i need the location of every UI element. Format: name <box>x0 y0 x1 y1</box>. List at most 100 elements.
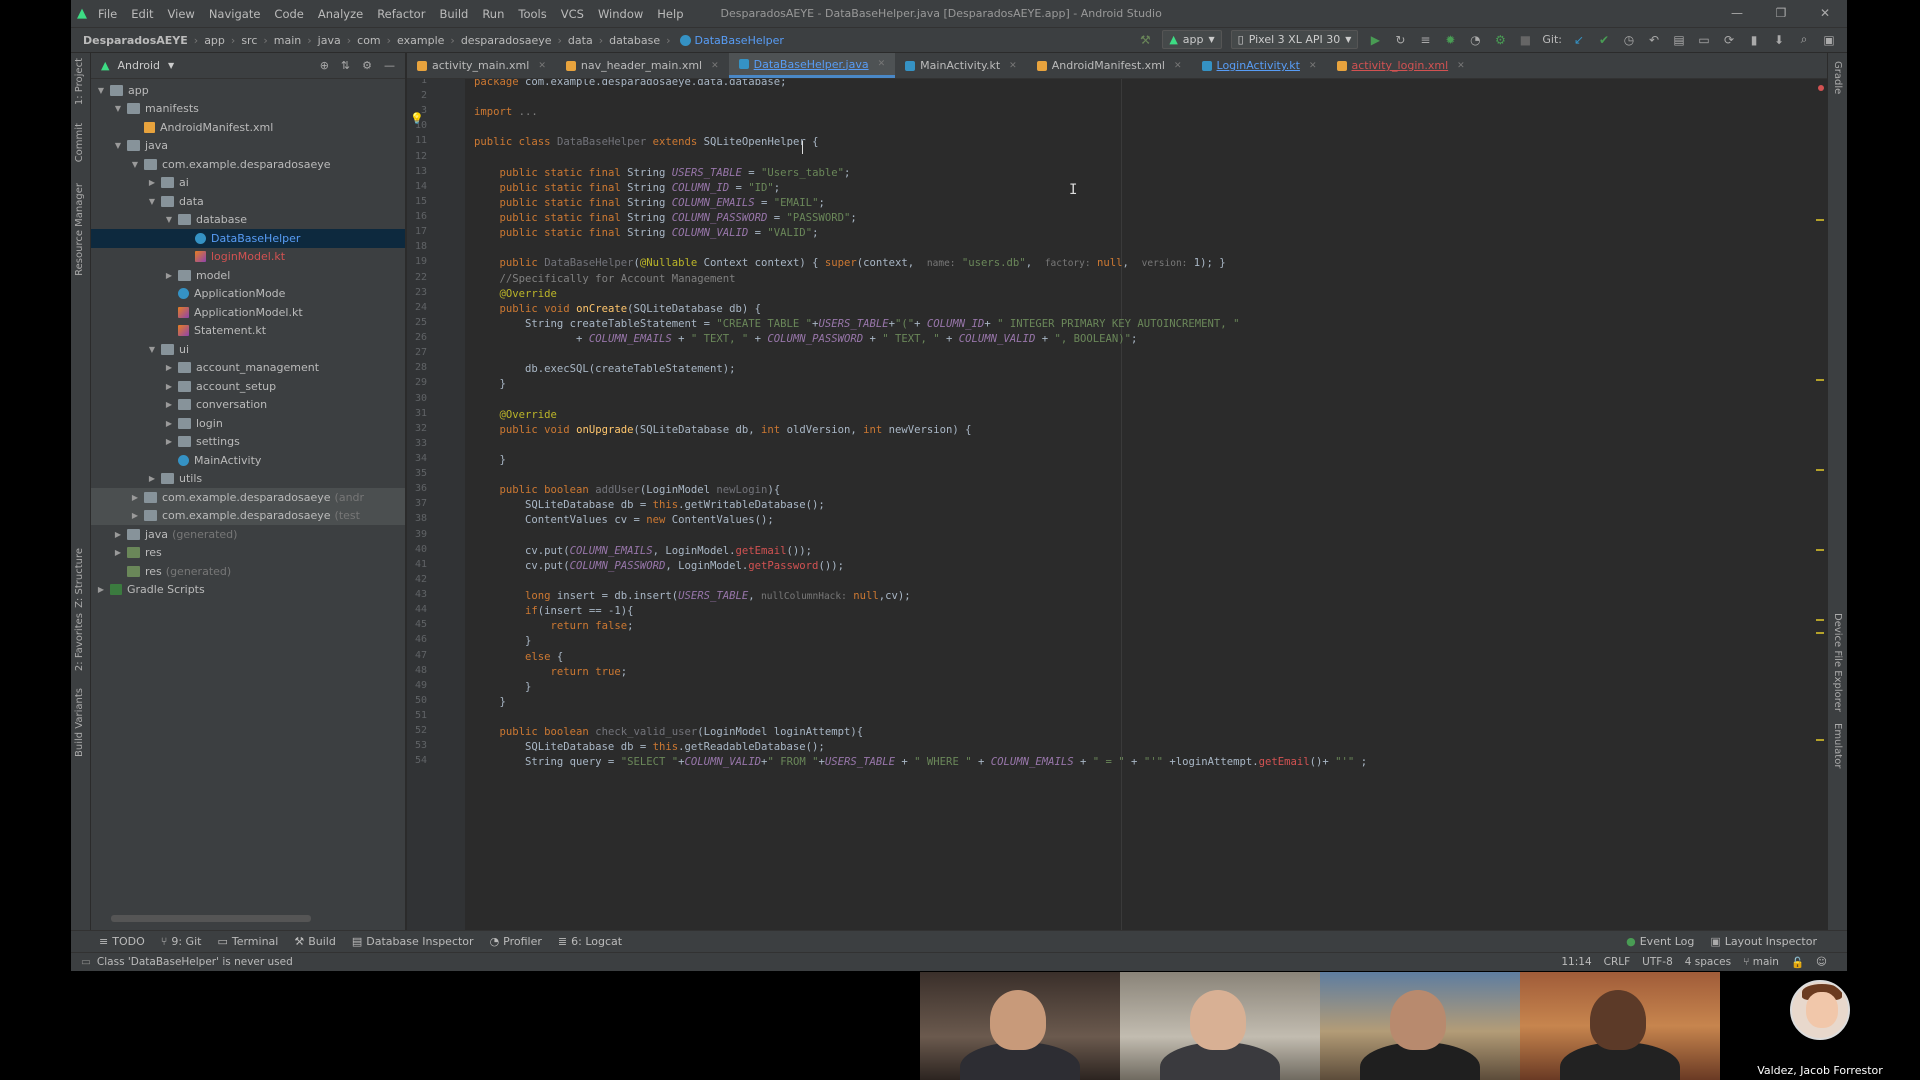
expand-arrow-icon[interactable]: ▶ <box>146 474 158 483</box>
expand-arrow-icon[interactable]: ▼ <box>146 345 158 354</box>
lock-icon[interactable]: 🔓 <box>1791 956 1804 969</box>
git-history-icon[interactable]: ◷ <box>1621 32 1637 48</box>
editor-tab[interactable]: activity_login.xml ✕ <box>1327 53 1475 78</box>
stripe-marker[interactable] <box>1816 549 1824 551</box>
tree-item[interactable]: MainActivity <box>91 451 405 470</box>
close-tab-icon[interactable]: ✕ <box>1457 61 1465 71</box>
rollback-icon[interactable]: ↶ <box>1646 32 1662 48</box>
close-button[interactable]: ✕ <box>1803 0 1847 27</box>
apply-changes-icon[interactable]: ≡ <box>1417 32 1433 48</box>
expand-arrow-icon[interactable]: ▶ <box>163 437 175 446</box>
stripe-marker[interactable] <box>1816 469 1824 471</box>
breadcrumb-item[interactable]: DataBaseHelper <box>677 34 784 47</box>
menu-item-navigate[interactable]: Navigate <box>202 7 268 21</box>
tool-window-z-structure[interactable]: Z: Structure <box>74 548 85 608</box>
menu-item-tools[interactable]: Tools <box>511 7 553 21</box>
tree-item[interactable]: ▶ ai <box>91 174 405 193</box>
expand-arrow-icon[interactable]: ▼ <box>112 104 124 113</box>
expand-arrow-icon[interactable]: ▼ <box>95 86 107 95</box>
tree-item[interactable]: ▶ conversation <box>91 396 405 415</box>
minimize-button[interactable]: — <box>1715 0 1759 27</box>
stripe-marker[interactable] <box>1816 739 1824 741</box>
participant-video[interactable] <box>1520 972 1720 1080</box>
editor-tab[interactable]: DataBaseHelper.java ✕ <box>728 53 896 78</box>
breadcrumb-item[interactable]: com <box>357 34 381 47</box>
expand-arrow-icon[interactable]: ▶ <box>146 178 158 187</box>
editor-tab[interactable]: nav_header_main.xml ✕ <box>556 53 729 78</box>
breadcrumb-item[interactable]: java <box>318 34 341 47</box>
tool-terminal[interactable]: ▭ Terminal <box>217 935 278 948</box>
tool-window-build-variants[interactable]: Build Variants <box>74 688 85 757</box>
breadcrumb-item[interactable]: DesparadosAEYE <box>83 34 188 47</box>
breadcrumb-item[interactable]: database <box>609 34 660 47</box>
settings-sync-icon[interactable]: ▣ <box>1821 32 1837 48</box>
participant-video[interactable] <box>1320 972 1520 1080</box>
breadcrumb-item[interactable]: src <box>241 34 257 47</box>
tool-window--favorites[interactable]: 2: Favorites <box>74 613 85 671</box>
expand-arrow-icon[interactable]: ▼ <box>129 160 141 169</box>
tree-item[interactable]: ApplicationMode <box>91 285 405 304</box>
project-view-select[interactable]: Android <box>117 59 160 72</box>
tool-9-git[interactable]: ⑂ 9: Git <box>161 935 202 948</box>
tree-item[interactable]: ▼ manifests <box>91 100 405 119</box>
editor-tab[interactable]: LoginActivity.kt ✕ <box>1192 53 1327 78</box>
expand-arrow-icon[interactable]: ▶ <box>129 493 141 502</box>
menu-item-file[interactable]: File <box>91 7 124 21</box>
tool-window-resource-manager[interactable]: Resource Manager <box>74 183 85 276</box>
expand-arrow-icon[interactable]: ▶ <box>129 511 141 520</box>
tree-item[interactable]: res (generated) <box>91 562 405 581</box>
rerun-icon[interactable]: ↻ <box>1392 32 1408 48</box>
tree-item[interactable]: ▶ account_setup <box>91 377 405 396</box>
tree-item[interactable]: ▶ com.example.desparadosaeye (test <box>91 506 405 525</box>
device-select[interactable]: ▯ Pixel 3 XL API 30 ▼ <box>1230 30 1359 49</box>
menu-item-code[interactable]: Code <box>267 7 310 21</box>
tool-window--project[interactable]: 1: Project <box>74 58 85 105</box>
tool-database-inspector[interactable]: ▤ Database Inspector <box>352 935 474 948</box>
tool-event-log[interactable]: ● Event Log <box>1626 935 1694 948</box>
tree-item[interactable]: ▶ account_management <box>91 359 405 378</box>
participant-video[interactable] <box>1120 972 1320 1080</box>
expand-arrow-icon[interactable]: ▶ <box>112 548 124 557</box>
breadcrumb-item[interactable]: data <box>568 34 593 47</box>
participant-video[interactable] <box>920 972 1120 1080</box>
tool-window-device-file-explorer[interactable]: Device File Explorer <box>1832 613 1843 712</box>
stripe-marker[interactable] <box>1816 632 1824 634</box>
tree-item[interactable]: DataBaseHelper <box>91 229 405 248</box>
menu-item-help[interactable]: Help <box>650 7 690 21</box>
tree-item[interactable]: AndroidManifest.xml <box>91 118 405 137</box>
expand-arrow-icon[interactable]: ▶ <box>163 382 175 391</box>
tree-item[interactable]: ▶ utils <box>91 470 405 489</box>
lightbulb-icon[interactable]: 💡 <box>410 112 424 125</box>
inspection-icon[interactable]: ☺ <box>1816 956 1827 968</box>
avd-manager-icon[interactable]: ▮ <box>1746 32 1762 48</box>
locate-icon[interactable]: ⊕ <box>320 59 329 72</box>
tool-todo[interactable]: ≡ TODO <box>99 935 145 948</box>
git-commit-icon[interactable]: ✔ <box>1596 32 1612 48</box>
close-tab-icon[interactable]: ✕ <box>711 61 719 71</box>
tree-item[interactable]: ▶ model <box>91 266 405 285</box>
expand-arrow-icon[interactable]: ▶ <box>163 419 175 428</box>
expand-arrow-icon[interactable]: ▼ <box>163 215 175 224</box>
tree-item[interactable]: ▶ login <box>91 414 405 433</box>
stripe-marker[interactable] <box>1816 619 1824 621</box>
menu-item-vcs[interactable]: VCS <box>554 7 591 21</box>
menu-item-view[interactable]: View <box>161 7 202 21</box>
breadcrumb-item[interactable]: example <box>397 34 444 47</box>
attach-debugger-icon[interactable]: ⚙ <box>1492 32 1508 48</box>
close-tab-icon[interactable]: ✕ <box>1009 61 1017 71</box>
stripe-marker[interactable] <box>1816 219 1824 221</box>
stripe-marker[interactable] <box>1818 85 1824 91</box>
run-icon[interactable]: ▶ <box>1367 32 1383 48</box>
menu-item-run[interactable]: Run <box>475 7 511 21</box>
editor-tab[interactable]: AndroidManifest.xml ✕ <box>1027 53 1192 78</box>
breadcrumb-item[interactable]: main <box>274 34 301 47</box>
hammer-icon[interactable]: ⚒ <box>1137 32 1153 48</box>
line-separator[interactable]: CRLF <box>1604 956 1631 968</box>
search-icon[interactable]: ⌕ <box>1796 32 1812 48</box>
expand-arrow-icon[interactable]: ▶ <box>163 400 175 409</box>
horizontal-scrollbar[interactable] <box>111 915 311 922</box>
sync-gradle-icon[interactable]: ⟳ <box>1721 32 1737 48</box>
tree-item[interactable]: ▶ settings <box>91 433 405 452</box>
hide-icon[interactable]: — <box>384 59 395 72</box>
editor-tab[interactable]: activity_main.xml ✕ <box>407 53 556 78</box>
